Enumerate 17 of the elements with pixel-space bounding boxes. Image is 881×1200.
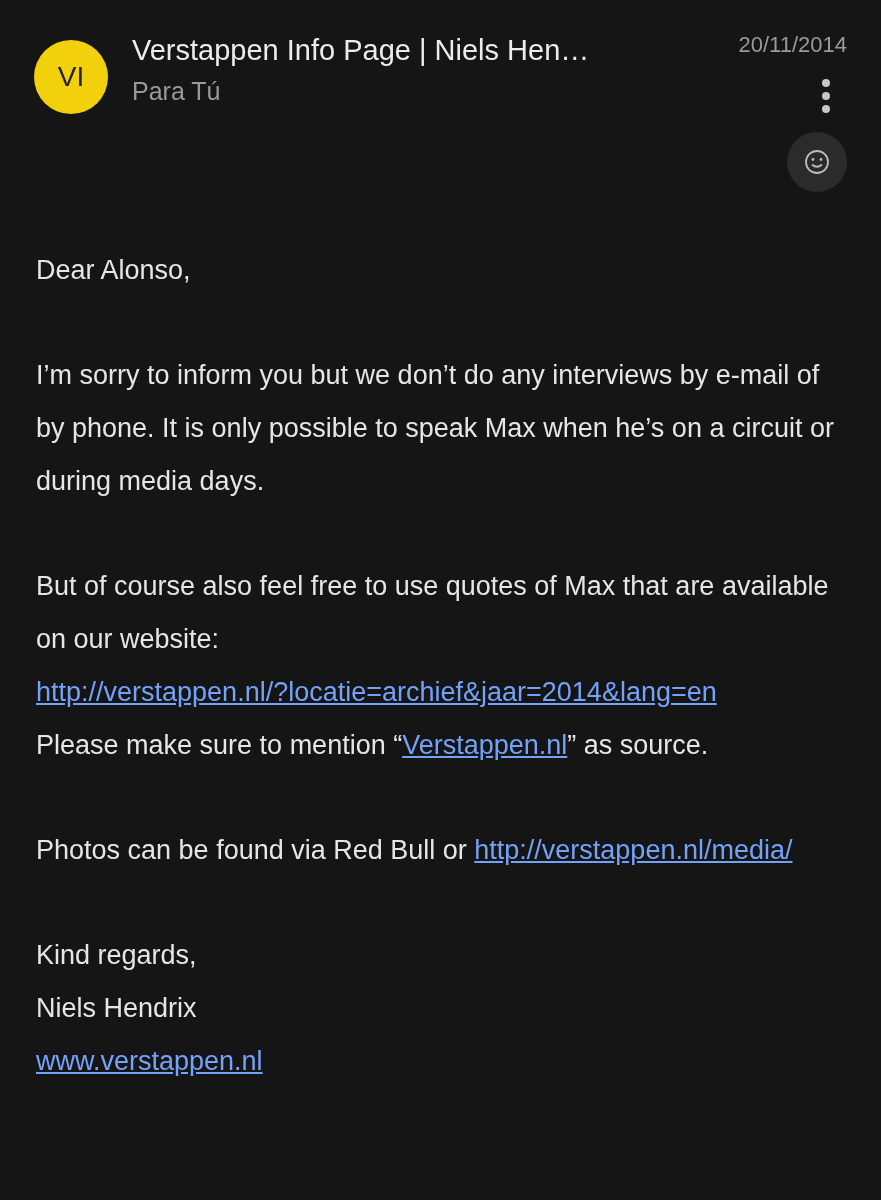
message-text: Kind regards,: [36, 939, 198, 972]
message-text: Dear Alonso,: [36, 254, 192, 287]
message-text: Photos can be found via Red Bull or http://verstappen.nl/media/: [36, 834, 794, 867]
smiley-icon: [804, 149, 830, 175]
message-text: I’m sorry to inform you but we don’t do any interviews by e-mail of by phone. It is only possible to speak Max when he’s on a circuit or during media days.: [36, 359, 835, 498]
recipient-label: Para Tú: [132, 77, 222, 106]
sender-name: Verstappen Info Page | Niels Hen…: [132, 34, 591, 67]
message-text: Niels Hendrix: [36, 992, 198, 1025]
link[interactable]: www.verstappen.nl: [36, 1046, 263, 1076]
message-text: But of course also feel free to use quotes of Max that are available on our website: http://verstappen.nl/?locatie=archief&jaar=2014&lang=en: [36, 570, 830, 709]
more-options-icon[interactable]: [821, 78, 831, 114]
sender-avatar: VI: [34, 40, 108, 114]
message-text: Please make sure to mention “Verstappen.nl” as source.: [36, 729, 710, 762]
email-date: 20/11/2014: [738, 32, 847, 58]
link[interactable]: http://verstappen.nl/media/: [474, 835, 793, 865]
link[interactable]: http://verstappen.nl/?locatie=archief&jaar=2014&lang=en: [36, 677, 717, 707]
link[interactable]: Verstappen.nl: [402, 730, 568, 760]
